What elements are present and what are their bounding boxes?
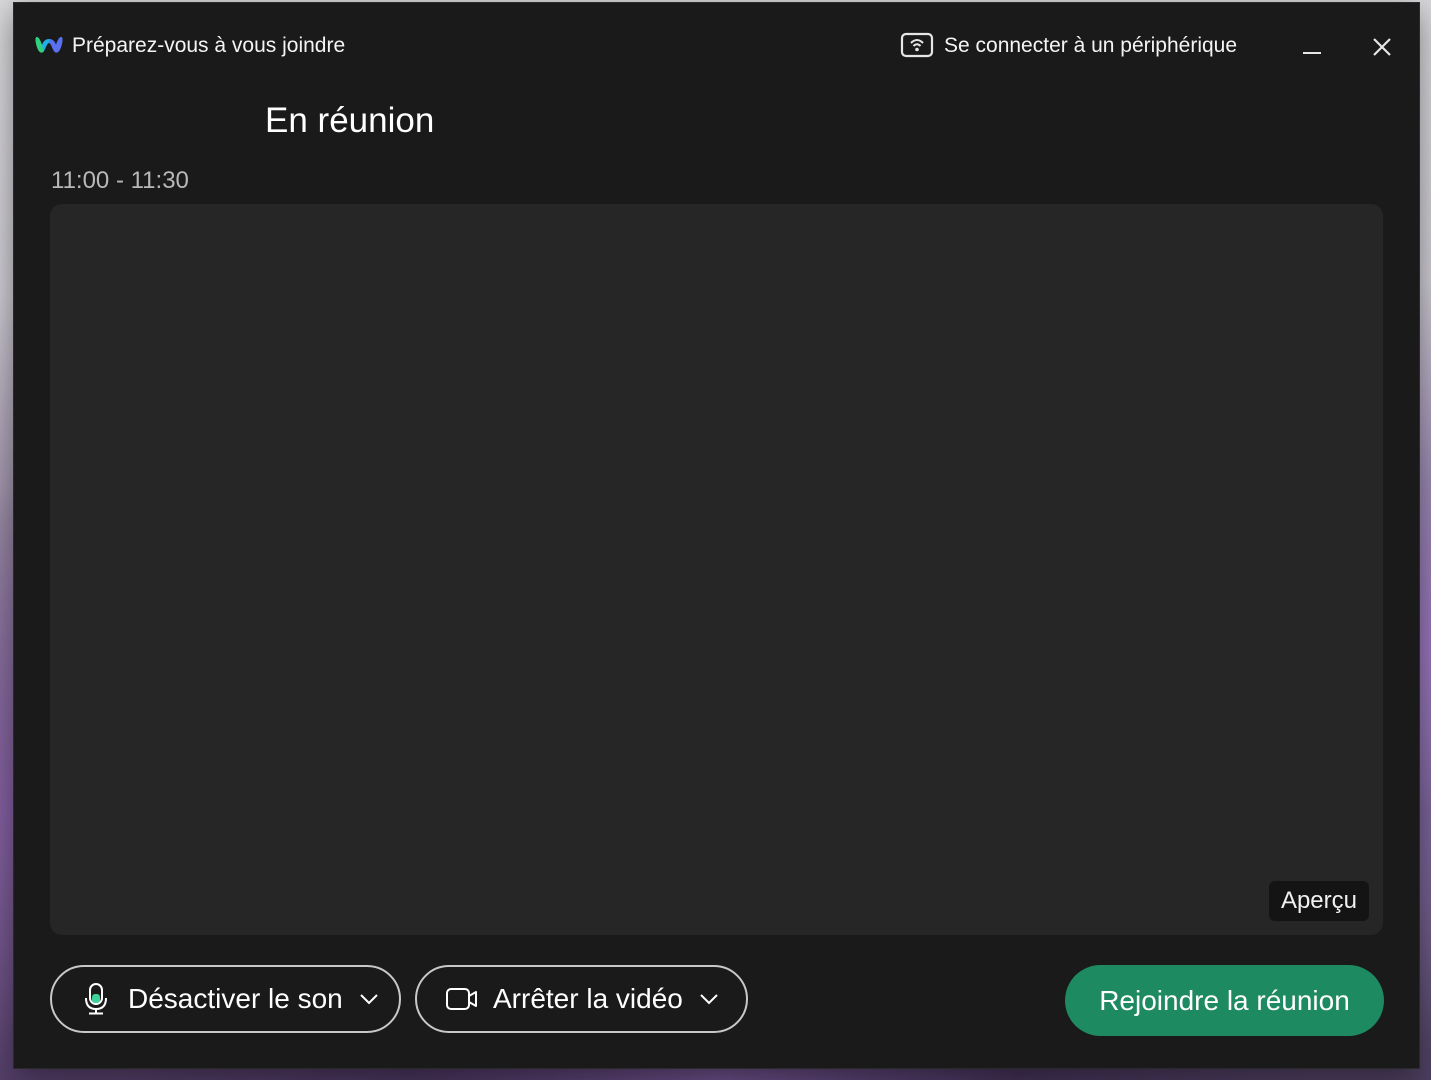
- video-preview: Aperçu: [50, 204, 1383, 935]
- cast-screen-icon: [900, 32, 934, 58]
- window-title: Préparez-vous à vous joindre: [72, 34, 346, 57]
- connect-device-button[interactable]: Se connecter à un périphérique: [900, 30, 1237, 62]
- chevron-down-icon[interactable]: [359, 993, 379, 1005]
- title-bar: Préparez-vous à vous joindre Se connecte…: [14, 3, 1419, 89]
- minimize-icon: [1303, 52, 1321, 54]
- mute-audio-label: Désactiver le son: [128, 983, 343, 1014]
- meeting-title: En réunion: [265, 101, 435, 140]
- stop-video-label: Arrêter la vidéo: [493, 983, 683, 1014]
- join-meeting-button[interactable]: Rejoindre la réunion: [1065, 965, 1384, 1036]
- webex-logo-icon: [35, 37, 63, 53]
- stop-video-button[interactable]: Arrêter la vidéo: [415, 965, 748, 1033]
- mute-audio-button[interactable]: Désactiver le son: [50, 965, 401, 1033]
- connect-device-label: Se connecter à un périphérique: [944, 34, 1238, 57]
- microphone-icon: [85, 983, 107, 1015]
- close-button[interactable]: [1362, 29, 1402, 65]
- video-camera-icon: [446, 988, 477, 1010]
- chevron-down-icon[interactable]: [699, 993, 719, 1005]
- close-icon: [1373, 38, 1391, 56]
- minimize-button[interactable]: [1292, 29, 1332, 65]
- meeting-time: 11:00 - 11:30: [51, 167, 189, 194]
- join-dialog-window: Préparez-vous à vous joindre Se connecte…: [14, 3, 1419, 1068]
- preview-badge: Aperçu: [1268, 881, 1369, 921]
